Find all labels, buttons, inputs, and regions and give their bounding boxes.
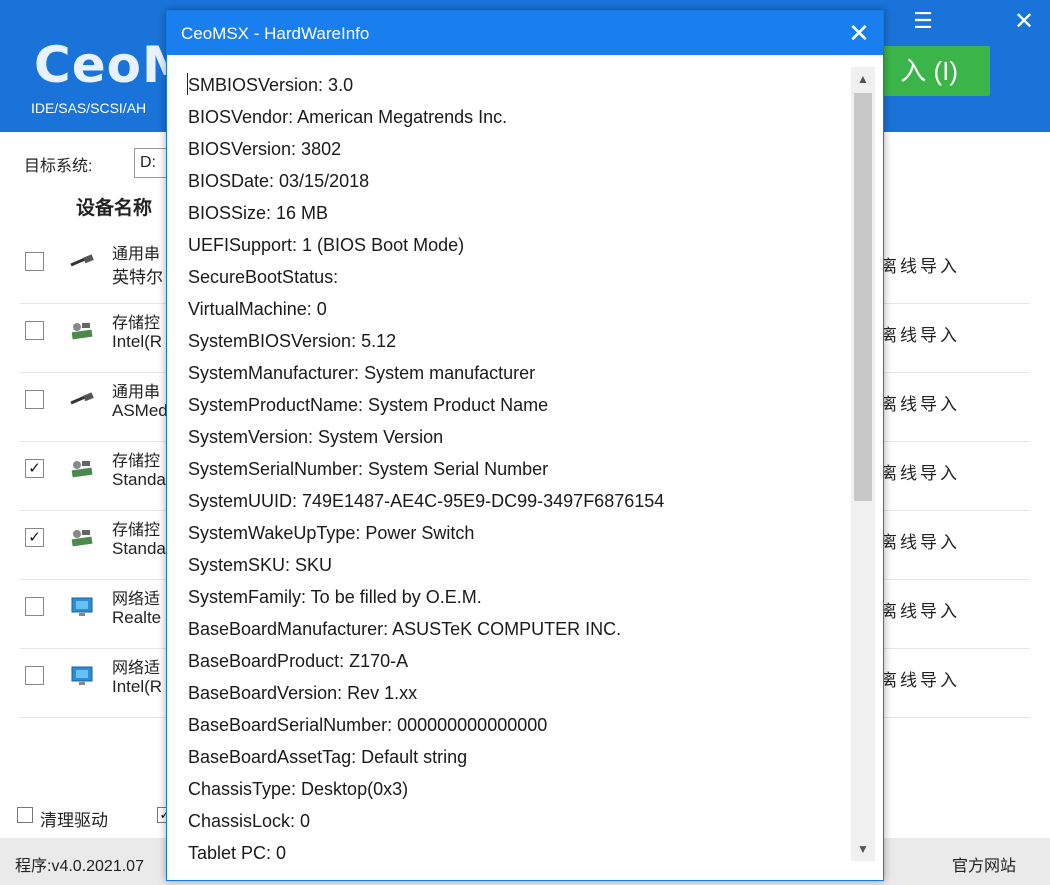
device-checkbox[interactable]	[25, 666, 44, 685]
info-line: BaseBoardAssetTag: Default string	[188, 747, 468, 767]
info-line: BaseBoardSerialNumber: 000000000000000	[188, 715, 548, 735]
network-monitor-icon	[68, 595, 96, 619]
info-line: SMBIOSVersion: 3.0	[188, 75, 354, 95]
scroll-track[interactable]	[854, 93, 872, 835]
device-category: 存储控	[112, 522, 161, 539]
device-name: Standa	[112, 539, 166, 558]
device-checkbox[interactable]: ✓	[25, 459, 44, 478]
info-line: SystemUUID: 749E1487-AE4C-95E9-DC99-3497…	[188, 491, 665, 511]
device-name: 英特尔	[112, 268, 163, 287]
storage-controller-icon	[68, 319, 96, 343]
offline-import-link[interactable]: 离线导入	[880, 597, 960, 622]
offline-import-link[interactable]: 离线导入	[880, 528, 960, 553]
info-line: BaseBoardVersion: Rev 1.xx	[188, 683, 418, 703]
info-line: SystemSerialNumber: System Serial Number	[188, 459, 549, 479]
dialog-titlebar: CeoMSX - HardWareInfo ✕	[167, 11, 883, 55]
info-line: SystemVersion: System Version	[188, 427, 444, 447]
info-line: SystemFamily: To be filled by O.E.M.	[188, 587, 482, 607]
info-line: UEFISupport: 1 (BIOS Boot Mode)	[188, 235, 465, 255]
menu-icon[interactable]: ☰	[910, 8, 936, 34]
info-line: Tablet PC: 0	[188, 843, 287, 863]
info-line: SystemManufacturer: System manufacturer	[188, 363, 536, 383]
device-name: Realte	[112, 608, 162, 627]
info-line: SystemWakeUpType: Power Switch	[188, 523, 475, 543]
device-category: 存储控	[112, 315, 161, 332]
info-line: VirtualMachine: 0	[188, 299, 327, 319]
info-line: SecureBootStatus:	[188, 267, 339, 287]
info-line: SystemBIOSVersion: 5.12	[188, 331, 397, 351]
clean-driver-checkbox[interactable]	[17, 807, 33, 823]
device-name: Intel(R	[112, 677, 163, 696]
device-category: 网络适	[112, 591, 161, 608]
info-line: ChassisLock: 0	[188, 811, 311, 831]
usb-cable-icon	[68, 388, 96, 412]
device-checkbox[interactable]	[25, 252, 44, 271]
info-line: BIOSDate: 03/15/2018	[188, 171, 370, 191]
device-name: Standa	[112, 470, 166, 489]
device-checkbox[interactable]	[25, 321, 44, 340]
website-link[interactable]: 官方网站	[952, 852, 1016, 876]
target-system-label: 目标系统:	[24, 158, 93, 175]
dialog-close-icon[interactable]: ✕	[843, 17, 875, 49]
offline-import-link[interactable]: 离线导入	[880, 390, 960, 415]
info-line: ChassisType: Desktop(0x3)	[188, 779, 409, 799]
info-line: BaseBoardManufacturer: ASUSTeK COMPUTER …	[188, 619, 622, 639]
vertical-scrollbar[interactable]: ▲ ▼	[851, 67, 875, 861]
info-line: BIOSVersion: 3802	[188, 139, 342, 159]
info-line: SystemSKU: SKU	[188, 555, 333, 575]
offline-import-link[interactable]: 离线导入	[880, 252, 960, 277]
scroll-thumb[interactable]	[854, 93, 872, 501]
info-line: BaseBoardProduct: Z170-A	[188, 651, 409, 671]
device-name: ASMed	[112, 401, 168, 420]
info-line: SystemProductName: System Product Name	[188, 395, 549, 415]
device-category: 通用串	[112, 384, 161, 401]
info-line: BIOSSize: 16 MB	[188, 203, 329, 223]
clean-driver-label: 清理驱动	[40, 811, 108, 830]
device-category: 存储控	[112, 453, 161, 470]
device-name: Intel(R	[112, 332, 163, 351]
storage-controller-icon	[68, 526, 96, 550]
device-checkbox[interactable]	[25, 390, 44, 409]
offline-import-link[interactable]: 离线导入	[880, 321, 960, 346]
hardware-info-dialog: CeoMSX - HardWareInfo ✕ SMBIOSVersion: 3…	[166, 10, 884, 881]
info-line: BIOSVendor: American Megatrends Inc.	[188, 107, 508, 127]
device-category: 网络适	[112, 660, 161, 677]
device-category: 通用串	[112, 246, 161, 263]
device-name-header: 设备名称	[76, 198, 153, 219]
usb-cable-icon	[68, 250, 96, 274]
device-checkbox[interactable]: ✓	[25, 528, 44, 547]
hardware-info-list: SMBIOSVersion: 3.0 BIOSVendor: American M…	[188, 69, 848, 869]
network-monitor-icon	[68, 664, 96, 688]
app-subtitle: IDE/SAS/SCSI/AH	[31, 100, 147, 116]
hardware-info-textarea[interactable]: SMBIOSVersion: 3.0 BIOSVendor: American M…	[167, 55, 883, 880]
scroll-down-icon[interactable]: ▼	[851, 837, 875, 861]
close-icon[interactable]: ✕	[1010, 8, 1038, 36]
offline-import-link[interactable]: 离线导入	[880, 459, 960, 484]
scroll-up-icon[interactable]: ▲	[851, 67, 875, 91]
storage-controller-icon	[68, 457, 96, 481]
dialog-title: CeoMSX - HardWareInfo	[181, 24, 370, 43]
offline-import-link[interactable]: 离线导入	[880, 666, 960, 691]
device-checkbox[interactable]	[25, 597, 44, 616]
version-label: 程序:v4.0.2021.07	[15, 858, 144, 875]
